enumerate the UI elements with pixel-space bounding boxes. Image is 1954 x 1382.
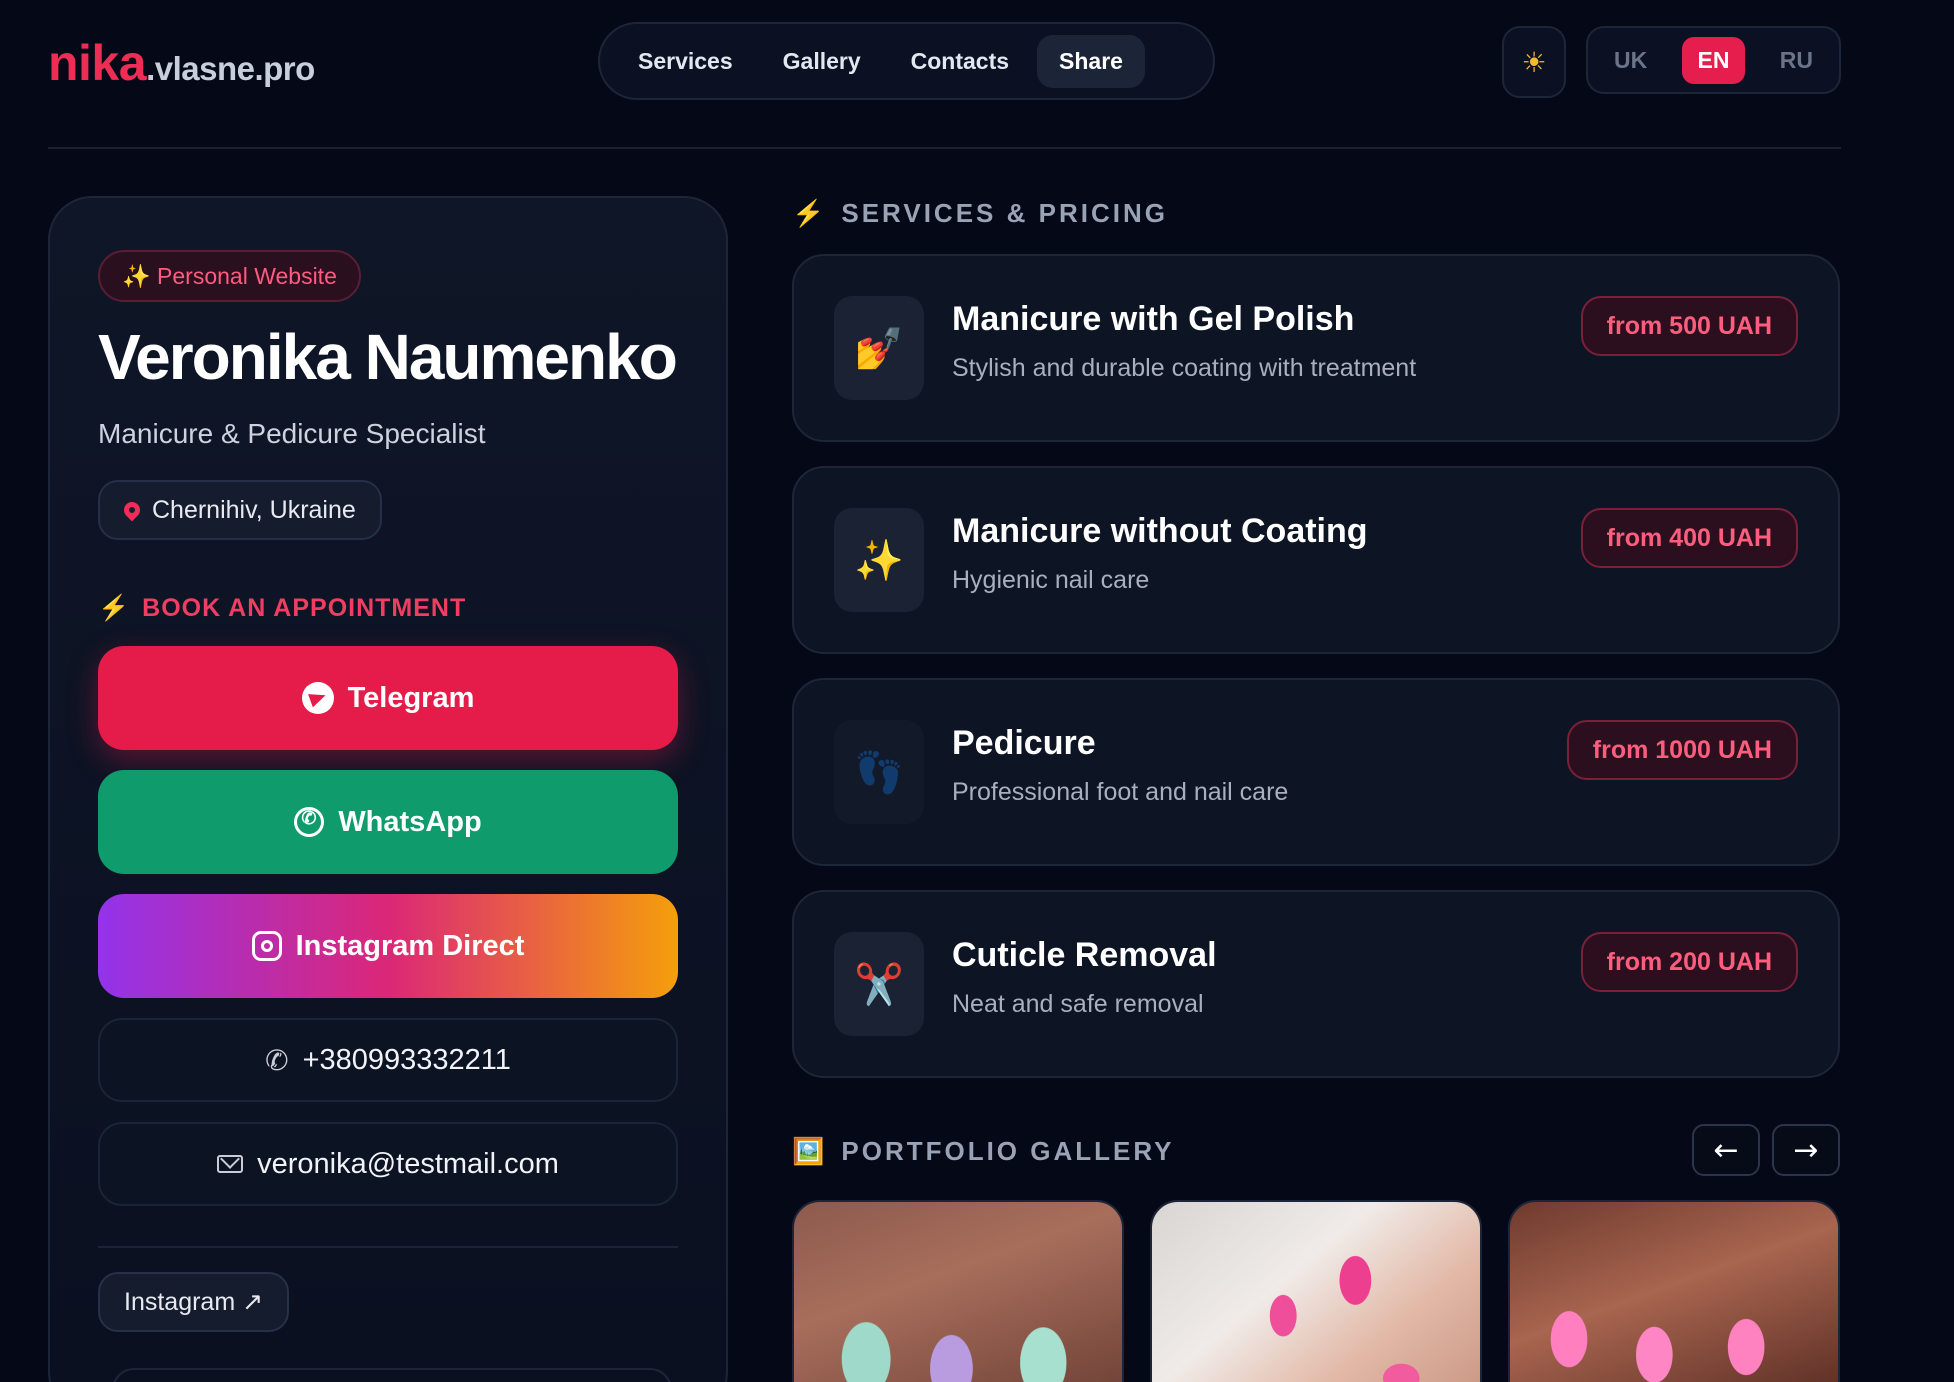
service-price: from 500 UAH <box>1580 296 1798 356</box>
scissors-icon: ✂️ <box>834 932 924 1036</box>
service-card[interactable]: ✂️ Cuticle Removal Neat and safe removal… <box>792 890 1840 1078</box>
logo-brand: nika <box>48 35 147 91</box>
profile-name: Veronika Naumenko <box>98 321 678 393</box>
arrow-left-icon: ← <box>1713 1132 1739 1168</box>
telegram-button[interactable]: Telegram <box>98 646 678 750</box>
location-pill: Chernihiv, Ukraine <box>98 480 382 540</box>
lang-ru[interactable]: RU <box>1764 37 1829 84</box>
nav-gallery[interactable]: Gallery <box>761 35 883 88</box>
book-appointment-label: BOOK AN APPOINTMENT <box>142 594 467 622</box>
telegram-icon <box>301 682 334 714</box>
location-text: Chernihiv, Ukraine <box>152 495 356 524</box>
gallery-title: PORTFOLIO GALLERY <box>841 1136 1175 1166</box>
nail-polish-icon: 💅 <box>834 296 924 400</box>
service-card[interactable]: ✨ Manicure without Coating Hygienic nail… <box>792 466 1840 654</box>
instagram-direct-button[interactable]: Instagram Direct <box>98 894 678 998</box>
service-description: Neat and safe removal <box>952 990 1204 1018</box>
gallery-image[interactable] <box>792 1200 1124 1382</box>
sun-icon: ☀ <box>1521 45 1547 79</box>
service-name: Cuticle Removal <box>952 936 1217 974</box>
instagram-icon <box>251 931 282 961</box>
logo-domain: .vlasne.pro <box>146 50 315 87</box>
lang-en[interactable]: EN <box>1681 36 1746 84</box>
email-address: veronika@testmail.com <box>257 1147 559 1180</box>
instagram-direct-label: Instagram Direct <box>295 929 525 962</box>
next-social-link <box>112 1368 672 1382</box>
service-price: from 200 UAH <box>1580 932 1798 992</box>
service-description: Professional foot and nail care <box>952 778 1289 806</box>
gallery-prev-button[interactable]: ← <box>1692 1124 1760 1176</box>
personal-website-badge: ✨ Personal Website <box>98 250 361 302</box>
email-button[interactable]: veronika@testmail.com <box>98 1122 678 1206</box>
footprints-icon: 👣 <box>834 720 924 824</box>
services-heading: ⚡ SERVICES & PRICING <box>792 198 1168 229</box>
instagram-link[interactable]: Instagram ↗ <box>98 1272 290 1332</box>
theme-toggle-button[interactable]: ☀ <box>1502 26 1566 98</box>
service-description: Hygienic nail care <box>952 566 1150 594</box>
service-name: Manicure with Gel Polish <box>952 300 1355 338</box>
phone-number: +380993332211 <box>302 1043 511 1076</box>
gallery-heading: 🖼️ PORTFOLIO GALLERY <box>792 1136 1175 1167</box>
sparkles-icon: ✨ <box>834 508 924 612</box>
lightning-icon: ⚡ <box>98 594 131 622</box>
site-logo[interactable]: nika.vlasne.pro <box>48 34 315 92</box>
telegram-label: Telegram <box>347 681 475 714</box>
language-switcher: UK EN RU <box>1586 26 1841 94</box>
service-price: from 400 UAH <box>1580 508 1798 568</box>
picture-icon: 🖼️ <box>792 1136 828 1166</box>
book-appointment-heading: ⚡ BOOK AN APPOINTMENT <box>98 594 466 623</box>
service-card[interactable]: 👣 Pedicure Professional foot and nail ca… <box>792 678 1840 866</box>
whatsapp-icon <box>294 807 325 837</box>
phone-button[interactable]: ✆ +380993332211 <box>98 1018 678 1102</box>
location-pin-icon <box>120 498 144 522</box>
profile-card: ✨ Personal Website Veronika Naumenko Man… <box>48 196 728 1382</box>
main-nav: Services Gallery Contacts Share <box>598 22 1215 100</box>
phone-icon: ✆ <box>265 1044 289 1076</box>
nav-services[interactable]: Services <box>616 35 755 88</box>
mail-icon <box>217 1155 244 1173</box>
service-description: Stylish and durable coating with treatme… <box>952 354 1417 382</box>
header-divider <box>48 147 1841 149</box>
gallery-image[interactable] <box>1150 1200 1482 1382</box>
service-price: from 1000 UAH <box>1566 720 1798 780</box>
whatsapp-label: WhatsApp <box>338 805 482 838</box>
profile-role: Manicure & Pedicure Specialist <box>98 418 486 449</box>
profile-divider <box>98 1246 678 1248</box>
nav-contacts[interactable]: Contacts <box>889 35 1031 88</box>
whatsapp-button[interactable]: WhatsApp <box>98 770 678 874</box>
lang-uk[interactable]: UK <box>1598 37 1663 84</box>
service-card[interactable]: 💅 Manicure with Gel Polish Stylish and d… <box>792 254 1840 442</box>
lightning-icon: ⚡ <box>792 198 828 228</box>
service-name: Pedicure <box>952 724 1096 762</box>
gallery-image[interactable] <box>1508 1200 1840 1382</box>
service-name: Manicure without Coating <box>952 512 1368 550</box>
services-title: SERVICES & PRICING <box>841 198 1168 228</box>
arrow-right-icon: → <box>1793 1132 1819 1168</box>
gallery-next-button[interactable]: → <box>1772 1124 1840 1176</box>
nav-share[interactable]: Share <box>1037 34 1145 88</box>
